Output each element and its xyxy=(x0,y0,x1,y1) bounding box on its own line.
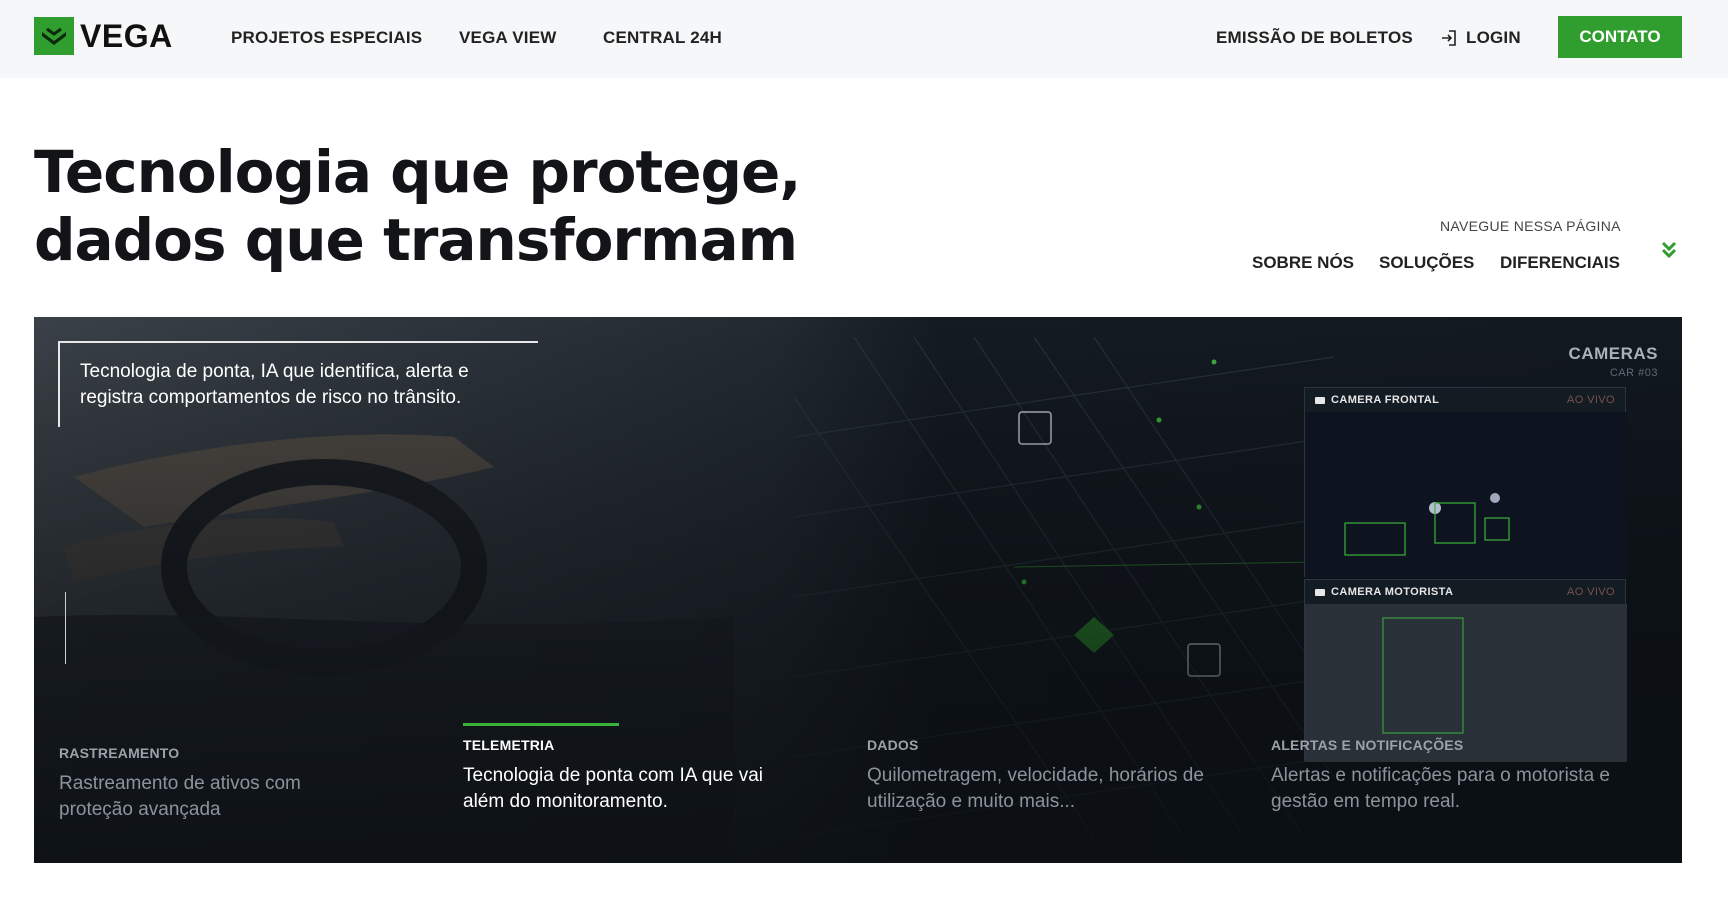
panel-callout: Tecnologia de ponta, IA que identifica, … xyxy=(58,341,538,427)
live-indicator: AO VIVO xyxy=(1566,586,1615,598)
tab-alertas-notificacoes[interactable]: ALERTAS E NOTIFICAÇÕES Alertas e notific… xyxy=(1271,737,1631,815)
page-nav-diferenciais[interactable]: DIFERENCIAIS xyxy=(1500,253,1620,273)
video-camera-icon xyxy=(1315,588,1325,596)
tab-label: ALERTAS E NOTIFICAÇÕES xyxy=(1271,737,1464,753)
nav-projetos-especiais[interactable]: PROJETOS ESPECIAIS xyxy=(231,28,422,48)
login-icon xyxy=(1442,30,1456,46)
tab-label: DADOS xyxy=(867,737,919,753)
live-indicator: AO VIVO xyxy=(1566,394,1615,406)
page-nav-solucoes[interactable]: SOLUÇÕES xyxy=(1379,253,1474,273)
tab-dados[interactable]: DADOS Quilometragem, velocidade, horário… xyxy=(867,737,1227,815)
camera-motorista-view: CAMERA MOTORISTA AO VIVO xyxy=(1304,579,1627,762)
camera-motorista-header: CAMERA MOTORISTA AO VIVO xyxy=(1305,580,1625,604)
tab-description: Rastreamento de ativos com proteção avan… xyxy=(59,773,301,820)
top-navigation-bar: VEGA PROJETOS ESPECIAIS VEGA VIEW CENTRA… xyxy=(0,0,1728,78)
tab-telemetria[interactable]: TELEMETRIA Tecnologia de ponta com IA qu… xyxy=(463,723,823,815)
hero-title: Tecnologia que protege, dados que transf… xyxy=(34,138,801,274)
login-label: LOGIN xyxy=(1466,28,1521,47)
nav-vega-view[interactable]: VEGA VIEW xyxy=(459,28,557,48)
tab-description: Tecnologia de ponta com IA que vai além … xyxy=(463,765,763,812)
logo-text: VEGA xyxy=(80,17,173,54)
camera-frontal-image xyxy=(1305,412,1627,578)
active-tab-indicator xyxy=(463,723,619,726)
contact-button[interactable]: CONTATO xyxy=(1558,16,1682,58)
vega-logo-icon xyxy=(34,17,74,55)
page-nav-sobre-nos[interactable]: SOBRE NÓS xyxy=(1252,253,1354,273)
double-chevron-down-icon[interactable] xyxy=(1660,240,1678,260)
page-nav-label: NAVEGUE NESSA PÁGINA xyxy=(1440,218,1621,234)
camera-frontal-label: CAMERA FRONTAL xyxy=(1331,394,1440,406)
video-camera-icon xyxy=(1315,396,1325,404)
camera-frontal-header: CAMERA FRONTAL AO VIVO xyxy=(1305,388,1625,412)
solutions-panel: Tecnologia de ponta, IA que identifica, … xyxy=(34,317,1682,863)
tab-rastreamento[interactable]: RASTREAMENTO Rastreamento de ativos com … xyxy=(59,745,419,823)
nav-central-24h[interactable]: CENTRAL 24H xyxy=(603,28,722,48)
hero-title-line1: Tecnologia que protege, xyxy=(34,138,801,206)
hero-title-line2: dados que transformam xyxy=(34,206,798,274)
cameras-title: CAMERAS xyxy=(1568,344,1658,363)
tab-label: TELEMETRIA xyxy=(463,737,555,753)
tab-description: Quilometragem, velocidade, horários de u… xyxy=(867,765,1204,812)
callout-divider xyxy=(65,592,66,664)
camera-frontal-view: CAMERA FRONTAL AO VIVO xyxy=(1304,387,1627,578)
solutions-tabs: RASTREAMENTO Rastreamento de ativos com … xyxy=(34,723,1682,857)
cameras-subtitle: CAR #03 xyxy=(1609,367,1658,379)
camera-motorista-image xyxy=(1305,604,1627,762)
camera-motorista-label: CAMERA MOTORISTA xyxy=(1331,586,1454,598)
login-link[interactable]: LOGIN xyxy=(1440,28,1521,48)
vega-logo[interactable]: VEGA xyxy=(34,17,173,55)
tab-label: RASTREAMENTO xyxy=(59,745,180,761)
tab-description: Alertas e notificações para o motorista … xyxy=(1271,765,1611,812)
nav-emissao-boletos[interactable]: EMISSÃO DE BOLETOS xyxy=(1216,28,1413,48)
